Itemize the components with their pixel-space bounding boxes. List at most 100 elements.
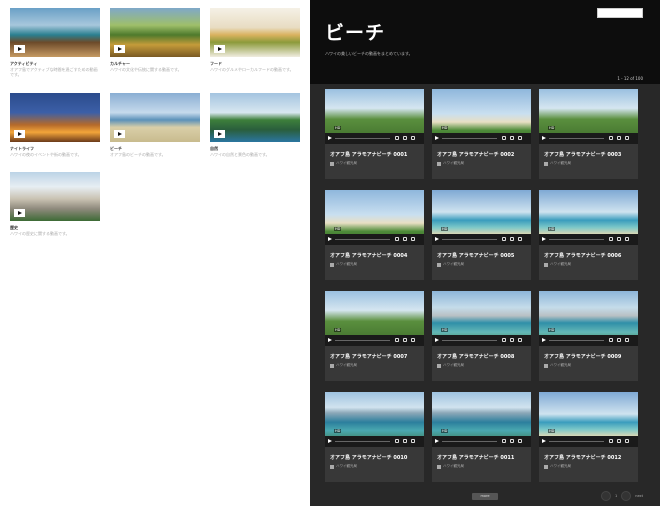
play-icon[interactable]: [328, 237, 332, 241]
play-icon[interactable]: [435, 338, 439, 342]
settings-icon[interactable]: [403, 237, 407, 241]
search-box[interactable]: [597, 8, 643, 18]
category-thumbnail[interactable]: [10, 93, 100, 142]
video-title[interactable]: オアフ島 アラモアナビーチ 0004: [330, 252, 407, 259]
video-card[interactable]: HD オアフ島 アラモアナビーチ 0002 ハワイ観光局: [432, 89, 531, 179]
settings-icon[interactable]: [617, 136, 621, 140]
category-card-culture[interactable]: カルチャー ハワイの文化や伝統に関する動画です。: [110, 8, 200, 72]
video-player[interactable]: HD: [432, 190, 531, 245]
fullscreen-icon[interactable]: [411, 338, 415, 342]
video-card[interactable]: HD オアフ島 アラモアナビーチ 0008 ハワイ観光局: [432, 291, 531, 381]
settings-icon[interactable]: [510, 338, 514, 342]
progress-bar[interactable]: [335, 138, 390, 139]
video-player[interactable]: HD: [539, 190, 638, 245]
progress-bar[interactable]: [442, 340, 497, 341]
fullscreen-icon[interactable]: [518, 338, 522, 342]
category-thumbnail[interactable]: [10, 8, 100, 57]
category-card-food[interactable]: フード ハワイのグルメやローカルフードの動画です。: [210, 8, 300, 72]
video-player[interactable]: HD: [325, 190, 424, 245]
video-player[interactable]: HD: [432, 291, 531, 346]
more-button[interactable]: more: [472, 493, 498, 500]
settings-icon[interactable]: [510, 136, 514, 140]
settings-icon[interactable]: [403, 338, 407, 342]
volume-icon[interactable]: [395, 237, 399, 241]
fullscreen-icon[interactable]: [625, 237, 629, 241]
category-card-history[interactable]: 歴史 ハワイの歴史に関する動画です。: [10, 172, 100, 236]
video-card[interactable]: HD オアフ島 アラモアナビーチ 0011 ハワイ観光局: [432, 392, 531, 482]
next-page-button[interactable]: [621, 491, 632, 501]
settings-icon[interactable]: [617, 338, 621, 342]
video-title[interactable]: オアフ島 アラモアナビーチ 0010: [330, 454, 407, 461]
fullscreen-icon[interactable]: [518, 136, 522, 140]
video-card[interactable]: HD オアフ島 アラモアナビーチ 0009 ハワイ観光局: [539, 291, 638, 381]
volume-icon[interactable]: [502, 338, 506, 342]
play-icon[interactable]: [435, 439, 439, 443]
fullscreen-icon[interactable]: [518, 237, 522, 241]
fullscreen-icon[interactable]: [625, 136, 629, 140]
video-player[interactable]: HD: [432, 392, 531, 447]
video-title[interactable]: オアフ島 アラモアナビーチ 0002: [437, 151, 514, 158]
play-icon[interactable]: [435, 136, 439, 140]
progress-bar[interactable]: [549, 340, 604, 341]
volume-icon[interactable]: [395, 338, 399, 342]
play-icon[interactable]: [328, 439, 332, 443]
settings-icon[interactable]: [510, 439, 514, 443]
video-card[interactable]: HD オアフ島 アラモアナビーチ 0007 ハワイ観光局: [325, 291, 424, 381]
video-player[interactable]: HD: [539, 291, 638, 346]
progress-bar[interactable]: [442, 239, 497, 240]
fullscreen-icon[interactable]: [411, 136, 415, 140]
video-player[interactable]: HD: [432, 89, 531, 144]
settings-icon[interactable]: [403, 439, 407, 443]
category-thumbnail[interactable]: [210, 93, 300, 142]
video-player[interactable]: HD: [325, 291, 424, 346]
progress-bar[interactable]: [335, 340, 390, 341]
video-card[interactable]: HD オアフ島 アラモアナビーチ 0005 ハワイ観光局: [432, 190, 531, 280]
category-thumbnail[interactable]: [110, 93, 200, 142]
volume-icon[interactable]: [609, 136, 613, 140]
video-player[interactable]: HD: [539, 89, 638, 144]
play-icon[interactable]: [542, 338, 546, 342]
progress-bar[interactable]: [335, 441, 390, 442]
progress-bar[interactable]: [549, 138, 604, 139]
fullscreen-icon[interactable]: [625, 338, 629, 342]
video-title[interactable]: オアフ島 アラモアナビーチ 0008: [437, 353, 514, 360]
volume-icon[interactable]: [395, 439, 399, 443]
settings-icon[interactable]: [617, 237, 621, 241]
category-thumbnail[interactable]: [110, 8, 200, 57]
fullscreen-icon[interactable]: [411, 439, 415, 443]
video-title[interactable]: オアフ島 アラモアナビーチ 0003: [544, 151, 621, 158]
volume-icon[interactable]: [609, 237, 613, 241]
play-icon[interactable]: [542, 136, 546, 140]
video-card[interactable]: HD オアフ島 アラモアナビーチ 0004 ハワイ観光局: [325, 190, 424, 280]
progress-bar[interactable]: [335, 239, 390, 240]
fullscreen-icon[interactable]: [411, 237, 415, 241]
play-icon[interactable]: [542, 237, 546, 241]
volume-icon[interactable]: [395, 136, 399, 140]
category-thumbnail[interactable]: [210, 8, 300, 57]
volume-icon[interactable]: [502, 136, 506, 140]
category-card-activity[interactable]: アクティビティ オアフ島でアクティブな時間を過ごすための動画です。: [10, 8, 100, 77]
fullscreen-icon[interactable]: [625, 439, 629, 443]
video-title[interactable]: オアフ島 アラモアナビーチ 0007: [330, 353, 407, 360]
settings-icon[interactable]: [403, 136, 407, 140]
volume-icon[interactable]: [609, 338, 613, 342]
category-thumbnail[interactable]: [10, 172, 100, 221]
progress-bar[interactable]: [442, 138, 497, 139]
video-title[interactable]: オアフ島 アラモアナビーチ 0005: [437, 252, 514, 259]
video-card[interactable]: HD オアフ島 アラモアナビーチ 0001 ハワイ観光局: [325, 89, 424, 179]
category-card-nightlife[interactable]: ナイトライフ ハワイの夜のイベントや街の動画です。: [10, 93, 100, 157]
video-title[interactable]: オアフ島 アラモアナビーチ 0011: [437, 454, 514, 461]
play-icon[interactable]: [435, 237, 439, 241]
settings-icon[interactable]: [510, 237, 514, 241]
volume-icon[interactable]: [502, 439, 506, 443]
video-player[interactable]: HD: [325, 89, 424, 144]
volume-icon[interactable]: [609, 439, 613, 443]
settings-icon[interactable]: [617, 439, 621, 443]
video-title[interactable]: オアフ島 アラモアナビーチ 0012: [544, 454, 621, 461]
prev-page-button[interactable]: [601, 491, 611, 501]
video-card[interactable]: HD オアフ島 アラモアナビーチ 0012 ハワイ観光局: [539, 392, 638, 482]
play-icon[interactable]: [328, 136, 332, 140]
video-player[interactable]: HD: [325, 392, 424, 447]
video-player[interactable]: HD: [539, 392, 638, 447]
play-icon[interactable]: [328, 338, 332, 342]
